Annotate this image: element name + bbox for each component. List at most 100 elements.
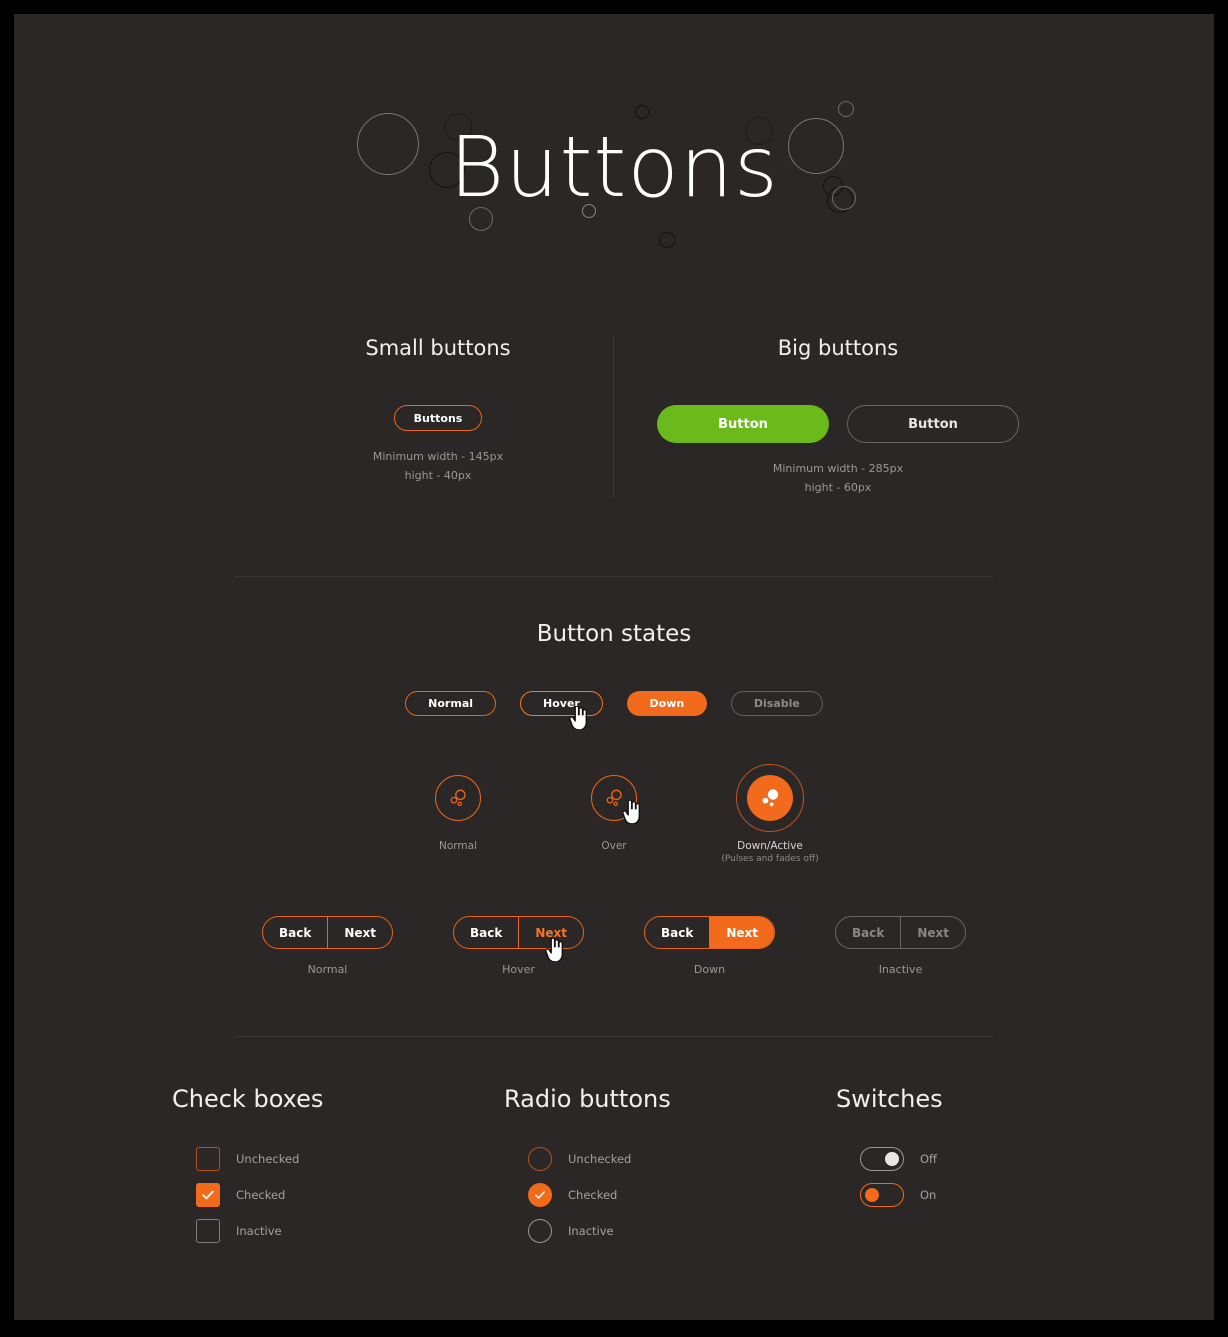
segmented-group-down: Back Next Down [644, 916, 776, 976]
bubbles-icon [450, 789, 466, 806]
icon-button-caption: Normal [403, 840, 513, 853]
big-buttons-meta: Minimum width - 285px hight - 60px [643, 459, 1033, 497]
checkbox-unchecked[interactable] [196, 1147, 220, 1171]
small-buttons-column: Small buttons Buttons Minimum width - 14… [293, 336, 583, 485]
icon-button-default[interactable] [591, 775, 637, 821]
next-button: Next [900, 917, 965, 948]
checkboxes-column: Check boxes Unchecked Checked Inactive [172, 1085, 392, 1249]
big-primary-button[interactable]: Button [657, 405, 829, 443]
switches-title: Switches [836, 1085, 943, 1113]
bubble-6 [659, 232, 675, 248]
small-height-text: hight - 40px [404, 469, 472, 482]
segmented-group-caption: Normal [307, 963, 348, 976]
back-button-label: Back [661, 925, 694, 940]
column-divider [613, 336, 614, 499]
big-secondary-button[interactable]: Button [847, 405, 1019, 443]
segmented-group-caption: Inactive [878, 963, 923, 976]
radio-label: Unchecked [568, 1152, 632, 1166]
state-button-normal[interactable]: Normal [405, 691, 497, 716]
big-height-text: hight - 60px [804, 481, 872, 494]
checkbox-item-unchecked[interactable]: Unchecked [172, 1141, 392, 1177]
radio-label: Checked [568, 1188, 618, 1202]
checkbox-label: Unchecked [236, 1152, 300, 1166]
state-button-label: Down [649, 697, 685, 710]
switch-off[interactable] [860, 1147, 904, 1171]
state-button-disable: Disable [730, 691, 823, 716]
radio-list: Unchecked Checked Inactive [504, 1141, 724, 1249]
switch-item-on[interactable]: On [836, 1177, 1056, 1213]
checkbox-item-checked[interactable]: Checked [172, 1177, 392, 1213]
page-title: Buttons [449, 118, 779, 216]
bubble-5 [635, 105, 649, 119]
icon-button-default[interactable] [435, 775, 481, 821]
radios-column: Radio buttons Unchecked Checked Inactive [504, 1085, 724, 1249]
radio-checked[interactable] [528, 1183, 552, 1207]
back-button-label: Back [469, 925, 503, 940]
state-button-down[interactable]: Down [626, 691, 707, 716]
check-icon [535, 1191, 545, 1199]
big-button-row: Button Button [643, 405, 1033, 443]
small-min-width-text: Minimum width - 145px [372, 450, 504, 463]
checkbox-checked[interactable] [196, 1183, 220, 1207]
segmented-group-normal: Back Next Normal [261, 916, 393, 976]
radio-label: Inactive [568, 1224, 614, 1238]
icon-button-row: Normal Over Down/Active (Pulses and fades o… [14, 764, 1214, 866]
back-button-label: Back [852, 925, 885, 940]
big-min-width-text: Minimum width - 285px [772, 462, 904, 475]
back-button[interactable]: Back [454, 917, 518, 948]
bubble-9 [838, 101, 854, 117]
segmented-control: Back Next [835, 916, 967, 949]
icon-button-item-0: Normal [403, 764, 513, 853]
back-button: Back [836, 917, 900, 948]
checkbox-label: Checked [236, 1188, 286, 1202]
checkbox-list: Unchecked Checked Inactive [172, 1141, 392, 1249]
small-buttons-meta: Minimum width - 145px hight - 40px [293, 447, 583, 485]
back-button[interactable]: Back [645, 917, 709, 948]
radio-item-unchecked[interactable]: Unchecked [504, 1141, 724, 1177]
page-header: Buttons [14, 14, 1214, 276]
next-button-label: Next [726, 925, 759, 940]
switches-column: Switches Off On [836, 1085, 1056, 1249]
next-button-label: Next [535, 925, 567, 940]
small-button[interactable]: Buttons [394, 405, 482, 431]
switch-label: On [920, 1188, 937, 1202]
radio-item-inactive: Inactive [504, 1213, 724, 1249]
big-buttons-column: Big buttons Button Button Minimum width … [643, 336, 1033, 497]
switch-item-off[interactable]: Off [836, 1141, 1056, 1177]
switch-on[interactable] [860, 1183, 904, 1207]
state-button-label: Hover [543, 697, 580, 710]
next-button-label: Next [344, 925, 376, 940]
segmented-control: Back Next [261, 916, 393, 949]
radio-inactive [528, 1219, 552, 1243]
next-button-label: Next [917, 925, 950, 940]
next-button[interactable]: Next [518, 917, 583, 948]
button-states-section: Button states Normal Hover Down Disable Nor… [14, 577, 1214, 976]
icon-button-wrap [580, 764, 648, 832]
back-button[interactable]: Back [263, 917, 327, 948]
radio-item-checked[interactable]: Checked [504, 1177, 724, 1213]
radios-title: Radio buttons [504, 1085, 671, 1113]
bubbles-icon [762, 789, 779, 807]
next-button[interactable]: Next [709, 917, 775, 948]
style-guide-page: Buttons Small buttons Buttons Minimum wi… [14, 14, 1214, 1320]
bubbles-icon [606, 789, 622, 806]
icon-button-caption: Over [559, 840, 669, 853]
switch-knob[interactable] [865, 1188, 879, 1202]
segmented-control: Back Next [452, 916, 584, 949]
check-icon [202, 1190, 214, 1200]
state-button-label: Normal [428, 697, 474, 710]
switch-knob[interactable] [885, 1152, 899, 1166]
switch-label: Off [920, 1152, 937, 1166]
next-button[interactable]: Next [327, 917, 392, 948]
radio-unchecked[interactable] [528, 1147, 552, 1171]
state-button-hover[interactable]: Hover [520, 691, 603, 730]
state-pill-row: Normal Hover Down Disable [14, 691, 1214, 730]
icon-caption-main: Normal [439, 840, 477, 852]
icon-caption-main: Down/Active [737, 840, 803, 852]
segmented-group-caption: Hover [502, 963, 535, 976]
icon-button-active[interactable] [747, 775, 793, 821]
icon-caption-sub: (Pulses and fades off) [721, 854, 819, 864]
checkbox-inactive [196, 1219, 220, 1243]
back-button-label: Back [278, 925, 312, 940]
checkbox-label: Inactive [236, 1224, 282, 1238]
